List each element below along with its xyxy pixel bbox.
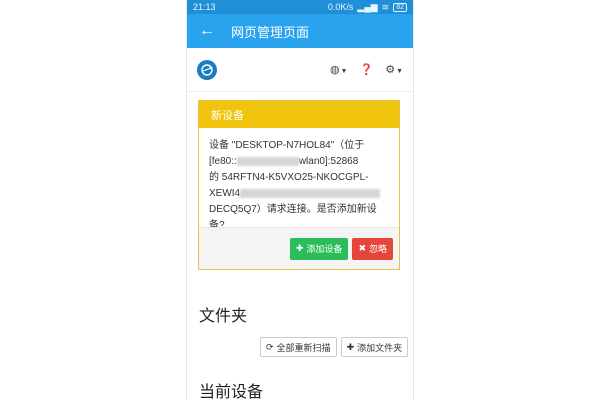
app-title: 网页管理页面 (231, 24, 310, 40)
ignore-label: 忽略 (368, 244, 387, 254)
card-header: 新设备 (199, 101, 399, 128)
globe-icon: ◍ (329, 64, 340, 76)
help-icon[interactable]: ❓ (359, 63, 373, 76)
toolbar-actions: ◍▼ ❓ ⚙▼ (330, 63, 403, 76)
add-folder-button[interactable]: ✚ 添加文件夹 (340, 337, 409, 357)
app-bar: ← 网页管理页面 (187, 14, 413, 48)
logo-mark-icon (201, 63, 213, 76)
message-line-3: 的 54RFTN4-K5VXO25-NKOCGPL- (209, 172, 369, 183)
ignore-button[interactable]: ✖ 忽略 (352, 237, 393, 260)
chevron-down-icon: ▼ (396, 68, 403, 75)
new-device-card: 新设备 设备 "DESKTOP-N7HOL84"（位于 [fe80:: wlan0… (198, 100, 400, 270)
card-footer: ✚ 添加设备 ✖ 忽略 (199, 227, 399, 269)
web-toolbar: ◍▼ ❓ ⚙▼ (187, 48, 413, 92)
gear-icon: ⚙ (385, 64, 396, 76)
address-start: [fe80:: (209, 156, 237, 167)
folder-actions: ⟳ 全部重新扫描 ✚ 添加文件夹 (260, 337, 409, 357)
rescan-all-button[interactable]: ⟳ 全部重新扫描 (260, 337, 337, 357)
status-bar: 21:13 0.0K/s ▂▄▆ ≋ 82 (187, 0, 413, 14)
settings-menu[interactable]: ⚙▼ (385, 63, 403, 76)
status-time: 21:13 (193, 2, 216, 12)
status-indicators: 0.0K/s ▂▄▆ ≋ 82 (328, 2, 407, 13)
refresh-icon: ⟳ (266, 341, 274, 352)
redacted-device-id (240, 188, 381, 198)
syncthing-logo-icon[interactable] (197, 59, 217, 80)
add-device-label: 添加设备 (306, 244, 343, 254)
back-arrow-icon[interactable]: ← (199, 23, 227, 39)
current-device-heading: 当前设备 (199, 384, 264, 400)
plus-icon: ✚ (295, 243, 304, 253)
rescan-all-label: 全部重新扫描 (276, 342, 331, 353)
plus-icon: ✚ (346, 341, 355, 352)
message-line-2: [fe80:: wlan0]:52868 (209, 154, 389, 170)
phone-screen: 21:13 0.0K/s ▂▄▆ ≋ 82 ← 网页管理页面 ◍▼ ❓ ⚙▼ 新… (187, 0, 413, 400)
network-speed: 0.0K/s (327, 2, 354, 12)
signal-icon: ▂▄▆ (357, 1, 378, 12)
redacted-address (236, 156, 299, 166)
add-device-button[interactable]: ✚ 添加设备 (289, 237, 349, 260)
language-menu[interactable]: ◍▼ (330, 63, 348, 76)
message-line-4: XEWI4 (209, 186, 389, 202)
close-icon: ✖ (358, 243, 366, 253)
device-id-start: XEWI4 (209, 188, 241, 199)
message-line-1: 设备 "DESKTOP-N7HOL84"（位于 (209, 140, 365, 151)
folders-heading: 文件夹 (199, 308, 248, 325)
wifi-icon: ≋ (381, 1, 390, 12)
new-device-message: 设备 "DESKTOP-N7HOL84"（位于 [fe80:: wlan0]:52… (199, 128, 399, 231)
address-end: wlan0]:52868 (298, 156, 359, 167)
add-folder-label: 添加文件夹 (357, 342, 403, 353)
battery-icon: 82 (393, 2, 407, 12)
chevron-down-icon: ▼ (340, 68, 348, 75)
